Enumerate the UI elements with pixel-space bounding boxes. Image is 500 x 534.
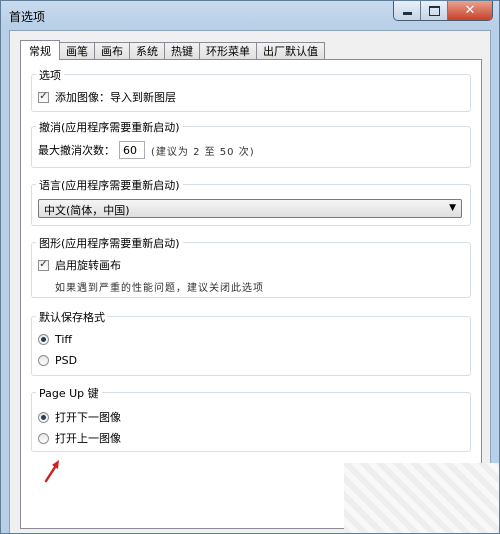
checkmark-icon: ✓ xyxy=(39,259,48,270)
pageup-next-radio[interactable] xyxy=(38,411,49,423)
pageup-prev-label: 打开上一图像 xyxy=(55,432,121,445)
language-select[interactable]: 中文(简体，中国) ▼ xyxy=(38,199,462,218)
rotate-canvas-note-row: 如果遇到严重的性能问题，建议关闭此选项 xyxy=(55,279,264,294)
watermark-blur xyxy=(344,463,499,533)
maximize-icon xyxy=(428,5,440,16)
options-legend: 选项 xyxy=(36,67,64,83)
tiff-label: Tiff xyxy=(55,333,73,346)
close-button[interactable]: ✕ xyxy=(448,1,492,20)
tab-brush[interactable]: 画笔 xyxy=(59,42,95,59)
psd-label: PSD xyxy=(55,354,78,367)
language-selected-value: 中文(简体，中国) xyxy=(44,204,130,217)
red-arrow-annotation xyxy=(44,460,59,483)
window-controls: ✕ xyxy=(393,1,493,21)
psd-radio[interactable] xyxy=(38,355,49,366)
tab-general[interactable]: 常规 xyxy=(20,40,60,60)
pageup-next-option[interactable]: 打开下一图像 xyxy=(38,409,121,425)
pageup-prev-radio[interactable] xyxy=(38,432,49,444)
dialog-client: 常规 画笔 画布 系统 热键 环形菜单 出厂默认值 选项 ✓ 添加图像：导入到新… xyxy=(9,30,491,533)
rotate-canvas-checkbox[interactable]: ✓ xyxy=(38,259,49,271)
undo-legend: 撤消(应用程序需要重新启动) xyxy=(36,119,183,135)
add-image-option[interactable]: ✓ 添加图像：导入到新图层 xyxy=(38,89,176,105)
maximize-button[interactable] xyxy=(421,1,448,20)
pageup-group: Page Up 键 打开下一图像 打开上一图像 xyxy=(31,385,471,452)
tab-hotkeys[interactable]: 热键 xyxy=(164,42,200,59)
tab-strip: 常规 画笔 画布 系统 热键 环形菜单 出厂默认值 xyxy=(20,40,325,60)
rotate-canvas-note: 如果遇到严重的性能问题，建议关闭此选项 xyxy=(55,283,264,294)
save-format-tiff-option[interactable]: Tiff xyxy=(38,333,72,346)
tab-system[interactable]: 系统 xyxy=(129,42,165,59)
preferences-window: 首选项 ✕ 常规 画笔 画布 系统 热键 环形菜单 出厂默认值 选项 ✓ 添加图… xyxy=(0,0,500,534)
rotate-canvas-option[interactable]: ✓ 启用旋转画布 xyxy=(38,257,121,273)
tab-factory-defaults[interactable]: 出厂默认值 xyxy=(256,42,325,59)
undo-group: 撤消(应用程序需要重新启动) 最大撤消次数： 60 (建议为 2 至 50 次) xyxy=(31,119,471,168)
close-icon: ✕ xyxy=(464,3,476,18)
general-tab-panel: 选项 ✓ 添加图像：导入到新图层 撤消(应用程序需要重新启动) 最大撤消次数： … xyxy=(20,59,482,533)
undo-count-label: 最大撤消次数： xyxy=(38,144,115,157)
minimize-button[interactable] xyxy=(394,1,421,20)
graphics-legend: 图形(应用程序需要重新启动) xyxy=(36,235,183,251)
language-group: 语言(应用程序需要重新启动) 中文(简体，中国) ▼ xyxy=(31,177,471,226)
window-title: 首选项 xyxy=(9,10,46,24)
undo-row: 最大撤消次数： 60 (建议为 2 至 50 次) xyxy=(38,141,255,159)
save-format-psd-option[interactable]: PSD xyxy=(38,354,77,367)
save-format-group: 默认保存格式 Tiff PSD xyxy=(31,309,471,376)
tab-canvas[interactable]: 画布 xyxy=(94,42,130,59)
language-legend: 语言(应用程序需要重新启动) xyxy=(36,177,183,193)
dropdown-arrow-icon: ▼ xyxy=(449,203,456,213)
undo-hint: (建议为 2 至 50 次) xyxy=(151,146,255,158)
graphics-group: 图形(应用程序需要重新启动) ✓ 启用旋转画布 如果遇到严重的性能问题，建议关闭… xyxy=(31,235,471,298)
pageup-next-label: 打开下一图像 xyxy=(55,411,121,424)
tab-ring-menu[interactable]: 环形菜单 xyxy=(199,42,257,59)
checkmark-icon: ✓ xyxy=(39,91,48,102)
undo-count-input[interactable]: 60 xyxy=(119,141,145,159)
options-group: 选项 ✓ 添加图像：导入到新图层 xyxy=(31,67,471,112)
add-image-label: 添加图像：导入到新图层 xyxy=(55,91,176,104)
save-format-legend: 默认保存格式 xyxy=(36,309,108,325)
add-image-checkbox[interactable]: ✓ xyxy=(38,91,49,103)
title-bar[interactable]: 首选项 ✕ xyxy=(1,1,499,29)
rotate-canvas-label: 启用旋转画布 xyxy=(55,259,121,272)
pageup-prev-option[interactable]: 打开上一图像 xyxy=(38,430,121,446)
pageup-legend: Page Up 键 xyxy=(36,385,102,401)
tiff-radio[interactable] xyxy=(38,334,49,345)
minimize-icon xyxy=(402,12,412,15)
